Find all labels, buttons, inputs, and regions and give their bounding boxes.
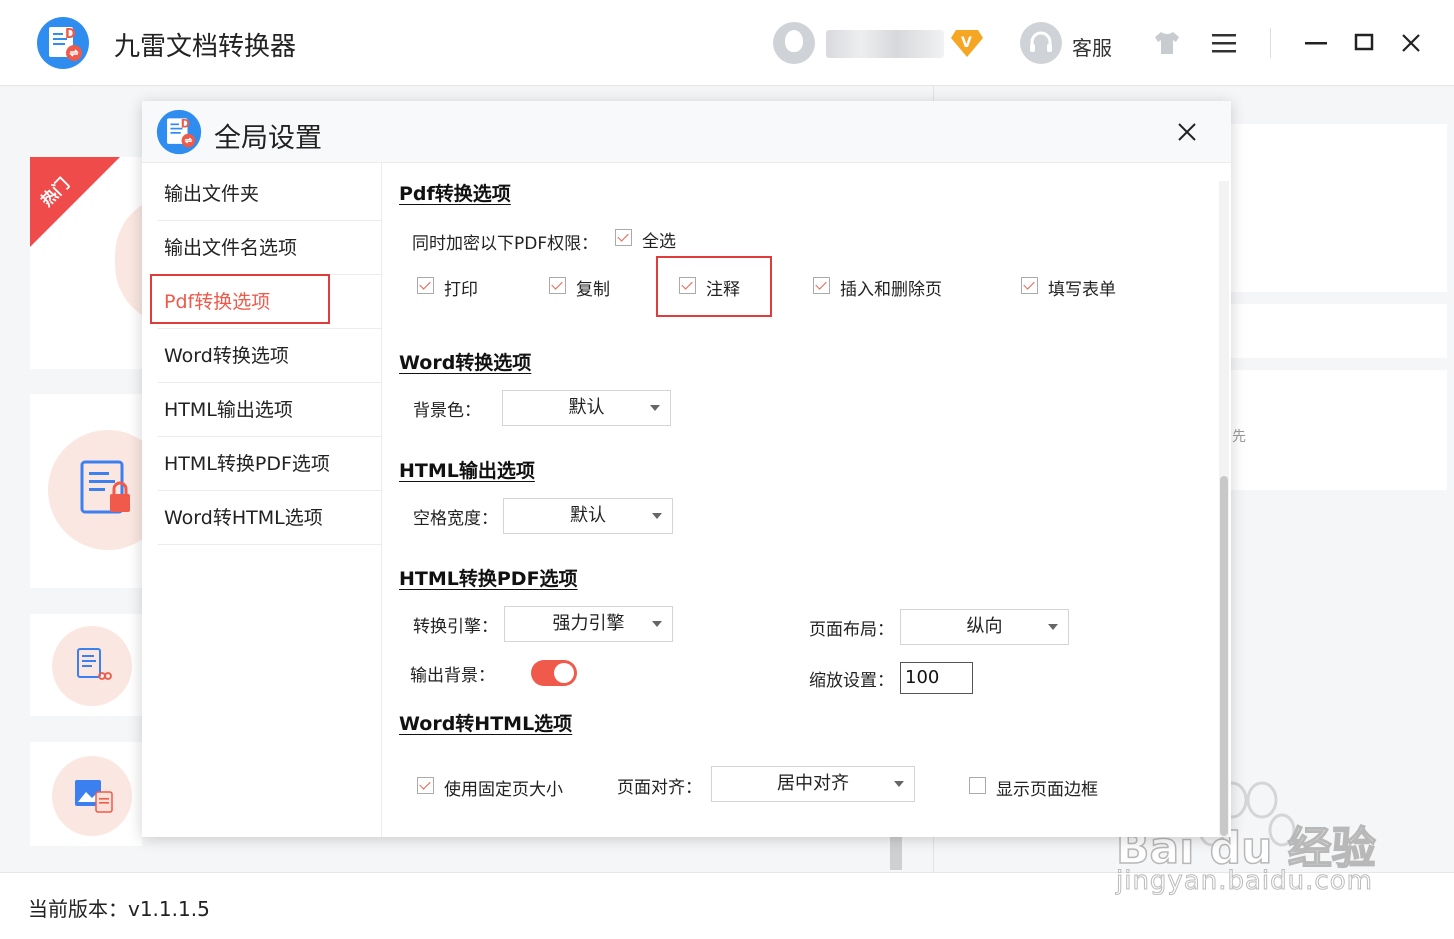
dialog-close-icon[interactable] xyxy=(1174,119,1200,145)
skin-shirt-icon[interactable] xyxy=(1153,30,1181,56)
bg-right-card-1 xyxy=(1231,124,1447,292)
print-checkbox[interactable] xyxy=(417,277,434,294)
chevron-down-icon xyxy=(650,405,660,411)
svg-text:D: D xyxy=(65,27,76,42)
vip-badge-icon[interactable]: V xyxy=(950,28,984,58)
bg-color-select[interactable]: 默认 xyxy=(502,390,671,426)
bg-right-card-3 xyxy=(1231,370,1447,490)
sidebar-item-html-output[interactable]: HTML输出选项 xyxy=(158,383,382,437)
chevron-down-icon xyxy=(1048,624,1058,630)
fill-form-checkbox[interactable] xyxy=(1021,277,1038,294)
layout-label: 页面布局： xyxy=(809,620,894,640)
customer-service-label[interactable]: 客服 xyxy=(1072,32,1112,61)
dialog-header: D 全局设置 xyxy=(142,101,1231,163)
dialog-title: 全局设置 xyxy=(214,123,322,154)
insert-delete-checkbox[interactable] xyxy=(813,277,830,294)
chevron-down-icon xyxy=(652,513,662,519)
image-to-file-icon xyxy=(75,780,113,813)
sidebar-item-output-folder[interactable]: 输出文件夹 xyxy=(158,167,382,221)
window-close-icon[interactable] xyxy=(1398,30,1424,56)
app-title: 九雷文档转换器 xyxy=(114,32,297,62)
copy-checkbox[interactable] xyxy=(549,277,566,294)
title-bar: D 九雷文档转换器 V 客服 xyxy=(0,0,1454,86)
app-logo-icon: D xyxy=(37,17,89,69)
sidebar-item-word-html[interactable]: Word转HTML选项 xyxy=(158,491,382,545)
select-all-label[interactable]: 全选 xyxy=(642,227,676,252)
copy-label[interactable]: 复制 xyxy=(576,275,610,300)
space-width-select[interactable]: 默认 xyxy=(503,498,673,534)
hot-ribbon: 热门 xyxy=(30,157,120,247)
settings-content: Pdf转换选项 同时加密以下PDF权限： 全选 打印 复制 注释 插入和删除页 … xyxy=(382,163,1231,837)
bg-right-card-2 xyxy=(1231,304,1447,358)
sidebar-item-output-filename[interactable]: 输出文件名选项 xyxy=(158,221,382,275)
minimize-icon[interactable] xyxy=(1303,30,1329,56)
bg-scroll-stub xyxy=(890,836,902,870)
dialog-logo-icon: D xyxy=(156,109,202,155)
user-avatar[interactable] xyxy=(773,22,815,64)
show-border-checkbox[interactable] xyxy=(969,777,986,794)
bg-color-label: 背景色： xyxy=(413,401,481,421)
bg-output-toggle[interactable] xyxy=(531,660,577,686)
chevron-down-icon xyxy=(894,781,904,787)
layout-value: 纵向 xyxy=(966,616,1003,637)
version-label: 当前版本：v1.1.1.5 xyxy=(28,897,210,921)
layout-select[interactable]: 纵向 xyxy=(900,609,1069,645)
chevron-down-icon xyxy=(652,621,662,627)
svg-text:D: D xyxy=(181,118,190,131)
maximize-icon[interactable] xyxy=(1351,30,1377,56)
show-border-label[interactable]: 显示页面边框 xyxy=(996,775,1098,800)
html-pdf-section-title: HTML转换PDF选项 xyxy=(399,568,578,590)
bg-color-value: 默认 xyxy=(568,397,605,418)
sidebar-item-word[interactable]: Word转换选项 xyxy=(158,329,382,383)
space-width-value: 默认 xyxy=(570,505,606,526)
zoom-input[interactable]: 100 xyxy=(900,662,973,694)
select-all-checkbox[interactable] xyxy=(615,229,632,246)
annotate-label[interactable]: 注释 xyxy=(706,275,740,300)
fixed-size-label[interactable]: 使用固定页大小 xyxy=(444,775,563,800)
annotate-checkbox[interactable] xyxy=(679,277,696,294)
engine-value: 强力引擎 xyxy=(552,613,625,634)
zoom-label: 缩放设置： xyxy=(809,671,894,691)
space-width-label: 空格宽度： xyxy=(413,509,498,529)
word-html-section-title: Word转HTML选项 xyxy=(399,713,573,735)
align-value: 居中对齐 xyxy=(777,773,849,794)
word-section-title: Word转换选项 xyxy=(399,352,532,374)
pdf-lock-icon xyxy=(80,460,130,514)
bg-right-fragment: 先 xyxy=(1232,429,1246,445)
sidebar-item-html-pdf[interactable]: HTML转换PDF选项 xyxy=(158,437,382,491)
sidebar-highlight-box xyxy=(150,274,330,324)
user-name-blurred[interactable] xyxy=(826,30,944,58)
menu-icon[interactable] xyxy=(1210,32,1238,54)
bg-output-label: 输出背景： xyxy=(410,666,495,686)
html-output-section-title: HTML输出选项 xyxy=(399,460,535,482)
align-select[interactable]: 居中对齐 xyxy=(711,766,915,802)
global-settings-dialog: D 全局设置 输出文件夹 输出文件名选项 Pdf转换选项 Word转换选项 HT… xyxy=(142,101,1231,837)
fixed-size-checkbox[interactable] xyxy=(417,777,434,794)
fill-form-label[interactable]: 填写表单 xyxy=(1048,275,1116,300)
engine-label: 转换引擎： xyxy=(413,617,498,637)
watermark-url: jingyan.baidu.com xyxy=(1116,866,1373,897)
encrypt-label: 同时加密以下PDF权限： xyxy=(412,234,599,254)
settings-sidebar: 输出文件夹 输出文件名选项 Pdf转换选项 Word转换选项 HTML输出选项 … xyxy=(142,163,382,837)
titlebar-divider xyxy=(1270,28,1271,58)
pdf-section-title: Pdf转换选项 xyxy=(399,183,511,205)
file-cut-icon xyxy=(77,648,112,680)
insert-delete-label[interactable]: 插入和删除页 xyxy=(840,275,942,300)
print-label[interactable]: 打印 xyxy=(444,275,478,300)
engine-select[interactable]: 强力引擎 xyxy=(504,606,673,642)
align-label: 页面对齐： xyxy=(617,778,702,798)
content-scrollbar-thumb[interactable] xyxy=(1220,476,1228,836)
vip-letter: V xyxy=(961,35,972,51)
customer-service-icon[interactable] xyxy=(1020,22,1062,64)
